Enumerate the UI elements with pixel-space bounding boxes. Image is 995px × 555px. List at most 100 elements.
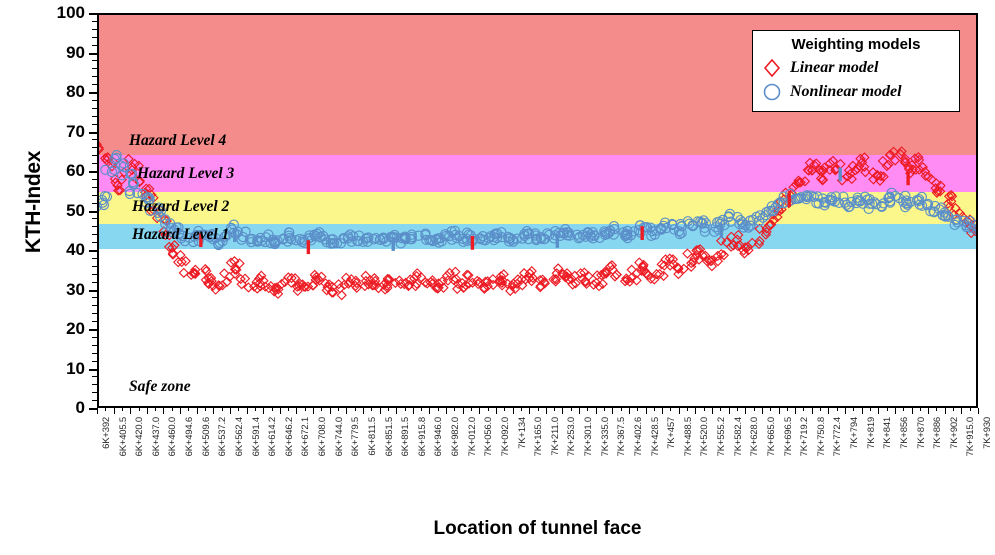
x-tick-minor bbox=[155, 408, 157, 411]
x-tick-minor bbox=[720, 408, 722, 411]
x-tick-label: 6K+537.2 bbox=[217, 417, 229, 457]
x-tick-minor bbox=[304, 408, 306, 411]
x-tick bbox=[146, 408, 148, 414]
x-tick-minor bbox=[853, 408, 855, 411]
x-tick-label: 7K+902 bbox=[948, 417, 960, 449]
hazard-band-label: Hazard Level 1 bbox=[132, 226, 230, 244]
x-tick bbox=[795, 408, 797, 414]
x-tick-minor bbox=[953, 408, 955, 411]
x-tick-minor bbox=[171, 408, 173, 411]
x-tick-label: 6K+672.1 bbox=[300, 417, 312, 457]
x-tick-minor bbox=[786, 408, 788, 411]
x-tick-minor bbox=[421, 408, 423, 411]
y-tick-label: 60 bbox=[66, 161, 85, 180]
x-tick-minor bbox=[620, 408, 622, 411]
x-tick-minor bbox=[936, 408, 938, 411]
x-tick-minor bbox=[637, 408, 639, 411]
hazard-band-label: Hazard Level 4 bbox=[129, 132, 227, 150]
x-tick-label: 6K+591.4 bbox=[250, 417, 262, 457]
x-tick-minor bbox=[570, 408, 572, 411]
legend-item-linear-model[interactable]: Linear model bbox=[761, 56, 951, 80]
x-tick-minor bbox=[354, 408, 356, 411]
x-tick bbox=[878, 408, 880, 414]
x-tick bbox=[612, 408, 614, 414]
y-tick-label: 20 bbox=[66, 319, 85, 338]
x-tick-label: 6K+562.4 bbox=[233, 417, 245, 457]
x-tick-label: 7K+719.2 bbox=[799, 417, 811, 457]
circle-icon bbox=[761, 81, 783, 103]
x-tick-minor bbox=[221, 408, 223, 411]
x-tick bbox=[346, 408, 348, 414]
x-tick-label: 7K+696.5 bbox=[782, 417, 794, 457]
y-tick-major bbox=[89, 289, 97, 292]
x-tick bbox=[695, 408, 697, 414]
y-tick-major bbox=[89, 52, 97, 55]
x-tick-minor bbox=[454, 408, 456, 411]
x-tick-label: 7K+750.8 bbox=[815, 417, 827, 457]
x-tick bbox=[761, 408, 763, 414]
legend-label: Linear model bbox=[790, 59, 879, 76]
x-tick bbox=[894, 408, 896, 414]
x-tick bbox=[396, 408, 398, 414]
y-tick-major bbox=[89, 408, 97, 410]
x-tick bbox=[379, 408, 381, 414]
x-tick-label: 7K+520.0 bbox=[699, 417, 711, 457]
x-tick bbox=[362, 408, 364, 414]
x-tick bbox=[811, 408, 813, 414]
x-tick-minor bbox=[121, 408, 123, 411]
x-tick bbox=[745, 408, 747, 414]
x-tick-label: 7K+886 bbox=[932, 417, 944, 449]
y-axis: 0 10 20 30 40 50 60 70 80 90 100 bbox=[0, 3, 97, 417]
x-tick-label: 7K+012.0 bbox=[466, 417, 478, 457]
x-tick bbox=[495, 408, 497, 414]
x-tick bbox=[828, 408, 830, 414]
x-tick bbox=[845, 408, 847, 414]
x-tick-label: 7K+367.5 bbox=[616, 417, 628, 457]
x-tick-label: 7K+930 bbox=[982, 417, 993, 449]
x-tick-minor bbox=[736, 408, 738, 411]
hazard-band-label: Hazard Level 2 bbox=[132, 197, 230, 215]
x-tick-minor bbox=[820, 408, 822, 411]
y-tick-major bbox=[89, 368, 97, 371]
x-tick-minor bbox=[554, 408, 556, 411]
legend[interactable]: Weighting models Linear model Nonlinear … bbox=[752, 30, 960, 112]
chart-figure: KTH-Index 0 10 20 30 40 50 60 70 80 90 100 Hazard … bbox=[0, 0, 995, 555]
x-tick bbox=[562, 408, 564, 414]
x-tick-label: 6K+437.0 bbox=[150, 417, 162, 457]
x-tick-label: 6K+891.5 bbox=[400, 417, 412, 457]
x-tick bbox=[712, 408, 714, 414]
x-tick-label: 7K+253.0 bbox=[566, 417, 578, 457]
x-tick-label: 7K+856 bbox=[898, 417, 910, 449]
x-axis: 6K+392 6K+405.5 6K+420.0 6K+437.0 6K+460.0 6K… bbox=[97, 408, 993, 518]
x-tick-minor bbox=[803, 408, 805, 411]
y-tick-label: 70 bbox=[66, 121, 85, 141]
x-tick-label: 7K+402.6 bbox=[632, 417, 644, 457]
x-tick bbox=[678, 408, 680, 414]
x-tick-label: 6K+811.5 bbox=[366, 417, 378, 456]
x-tick bbox=[479, 408, 481, 414]
x-tick bbox=[628, 408, 630, 414]
y-tick-label: 90 bbox=[66, 42, 85, 62]
x-tick-minor bbox=[537, 408, 539, 411]
x-axis-title: Location of tunnel face bbox=[433, 518, 642, 539]
x-tick-label: 7K+335.0 bbox=[599, 417, 611, 457]
x-tick-minor bbox=[687, 408, 689, 411]
x-tick bbox=[296, 408, 298, 414]
y-tick-major bbox=[89, 329, 97, 331]
x-tick-minor bbox=[188, 408, 190, 411]
x-tick bbox=[263, 408, 265, 414]
x-tick-label: 7K+819 bbox=[865, 417, 877, 449]
x-tick-label: 7K+794 bbox=[849, 417, 861, 449]
x-tick bbox=[229, 408, 231, 414]
legend-item-nonlinear-model[interactable]: Nonlinear model bbox=[761, 80, 951, 104]
x-tick bbox=[113, 408, 115, 414]
x-tick-minor bbox=[903, 408, 905, 411]
x-tick bbox=[978, 408, 979, 414]
x-tick bbox=[928, 408, 930, 414]
x-tick-label: 7K+555.2 bbox=[716, 417, 728, 457]
x-tick-label: 7K+211.0 bbox=[549, 417, 561, 456]
x-tick-minor bbox=[969, 408, 971, 411]
x-tick bbox=[529, 408, 531, 414]
x-tick bbox=[313, 408, 315, 414]
x-tick bbox=[130, 408, 132, 414]
